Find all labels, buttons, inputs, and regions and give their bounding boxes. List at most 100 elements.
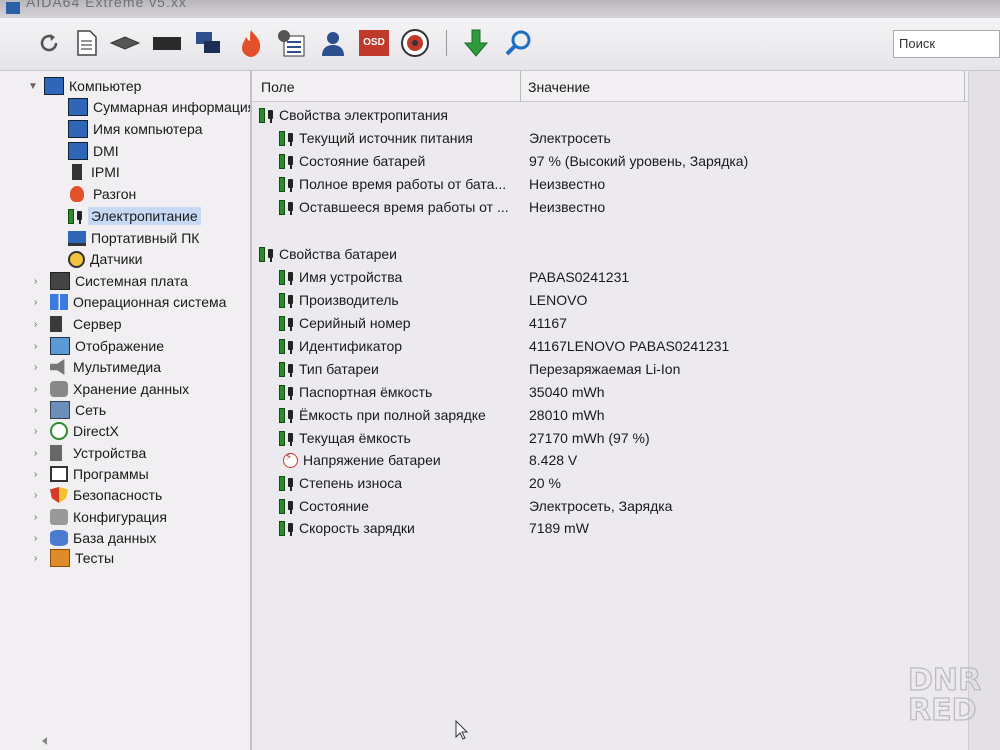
battery-plug-icon [279,292,296,309]
table-row[interactable]: Степень износа 20 % [279,472,969,494]
chevron-right-icon[interactable]: › [34,426,46,437]
user-icon[interactable] [316,26,350,60]
tree-item-multimedia[interactable]: › Мультимедиа [34,357,161,377]
chevron-right-icon[interactable]: › [34,469,46,480]
chevron-down-icon[interactable]: ▼ [28,81,40,92]
table-row[interactable]: Паспортная ёмкость 35040 mWh [279,381,969,403]
tools-icon[interactable] [274,26,308,60]
column-value-header[interactable]: Значение [528,79,590,95]
tree-horizontal-scrollbar[interactable] [38,736,248,746]
table-row[interactable]: Скорость зарядки 7189 mW [279,517,969,539]
tree-item-power[interactable]: Электропитание [68,206,201,226]
table-row[interactable]: Состояние Электросеть, Зарядка [279,495,969,517]
tree-item-motherboard[interactable]: › Системная плата [34,271,188,291]
column-field-header[interactable]: Поле [261,79,295,95]
table-row[interactable]: Напряжение батареи 8.428 V [283,449,973,471]
table-row[interactable]: Полное время работы от бата... Неизвестн… [279,173,969,195]
refresh-icon[interactable] [32,26,66,60]
chevron-right-icon[interactable]: › [34,448,46,459]
config-icon [50,509,68,525]
tree-item-os[interactable]: › Операционная система [34,292,226,312]
table-row[interactable]: Текущий источник питания Электросеть [279,127,969,149]
tree-item-server[interactable]: › Сервер [34,314,122,334]
tree-item-programs[interactable]: › Программы [34,464,149,484]
chevron-right-icon[interactable]: › [34,490,46,501]
table-row[interactable]: Производитель LENOVO [279,289,969,311]
tree-item-computer[interactable]: ▼ Компьютер [28,76,141,96]
monitor-icon [68,98,88,116]
battery-plug-icon [279,199,296,216]
network-icon [50,401,70,419]
table-row[interactable]: Ёмкость при полной зарядке 28010 mWh [279,404,969,426]
tree-item-network[interactable]: › Сеть [34,400,106,420]
chevron-right-icon[interactable]: › [34,319,46,330]
download-icon[interactable] [459,26,493,60]
battery-plug-icon [279,130,296,147]
osd-icon[interactable]: OSD [357,26,391,60]
chevron-right-icon[interactable]: › [34,512,46,523]
chevron-right-icon[interactable]: › [34,553,46,564]
tree-item-laptop[interactable]: Портативный ПК [68,228,199,248]
tree-item-display[interactable]: › Отображение [34,336,164,356]
table-row[interactable]: Идентификатор 41167LENOVO PABAS0241231 [279,335,969,357]
tree-item-sensors[interactable]: Датчики [68,249,142,269]
tree-item-tests[interactable]: › Тесты [34,548,114,568]
tree-item-database[interactable]: › База данных [34,528,156,548]
vertical-scrollbar[interactable] [968,71,1000,750]
chevron-right-icon[interactable]: › [34,384,46,395]
search-icon[interactable] [501,26,535,60]
tree-item-dmi[interactable]: DMI [68,141,119,161]
battery-plug-icon [279,338,296,355]
battery-plug-icon [279,475,296,492]
computer-icon [44,77,64,95]
tree-item-ipmi[interactable]: IPMI [68,162,120,182]
tests-icon [50,549,70,567]
report-icon[interactable] [70,26,104,60]
network-icon[interactable] [192,26,226,60]
xbox-icon [50,422,68,440]
flame-icon [70,186,84,202]
column-divider[interactable] [964,71,965,101]
title-bar: AIDA64 Extreme v5.xx [0,0,1000,18]
tree-item-overclock[interactable]: Разгон [68,184,136,204]
battery-plug-icon [279,498,296,515]
tree-item-summary[interactable]: Суммарная информация [68,97,250,117]
battery-plug-icon [279,520,296,537]
tree-item-security[interactable]: › Безопасность [34,485,162,505]
memory-icon[interactable] [150,26,184,60]
chevron-right-icon[interactable]: › [34,276,46,287]
column-divider[interactable] [520,71,521,101]
tree-item-directx[interactable]: › DirectX [34,421,119,441]
table-row[interactable]: Оставшееся время работы от ... Неизвестн… [279,196,969,218]
table-row[interactable]: Состояние батарей 97 % (Высокий уровень,… [279,150,969,172]
server-icon [72,164,82,180]
tree-item-devices[interactable]: › Устройства [34,443,146,463]
sensor-icon[interactable] [398,26,432,60]
overclock-icon[interactable] [234,26,268,60]
battery-plug-icon [259,107,276,124]
laptop-icon [68,230,86,246]
shield-icon [50,487,68,503]
motherboard-icon[interactable] [108,26,142,60]
table-row[interactable]: Серийный номер 41167 [279,312,969,334]
chevron-right-icon[interactable]: › [34,341,46,352]
devices-icon [50,445,62,461]
tree-item-config[interactable]: › Конфигурация [34,507,167,527]
programs-icon [50,466,68,482]
battery-plug-icon [259,246,276,263]
battery-plug-icon [279,269,296,286]
osd-label: OSD [359,30,389,56]
chevron-right-icon[interactable]: › [34,362,46,373]
chevron-right-icon[interactable]: › [34,297,46,308]
chevron-right-icon[interactable]: › [34,533,46,544]
details-panel: Поле Значение Свойства электропитания Те… [252,71,1000,750]
server-icon [50,316,62,332]
search-input[interactable]: Поиск [893,30,1000,58]
tree-item-storage[interactable]: › Хранение данных [34,379,189,399]
table-row[interactable]: Тип батареи Перезаряжаемая Li-Ion [279,358,969,380]
table-row[interactable]: Текущая ёмкость 27170 mWh (97 %) [279,427,969,449]
table-row[interactable]: Имя устройства PABAS0241231 [279,266,969,288]
windows-icon [50,294,68,310]
chevron-right-icon[interactable]: › [34,405,46,416]
tree-item-computer-name[interactable]: Имя компьютера [68,119,203,139]
